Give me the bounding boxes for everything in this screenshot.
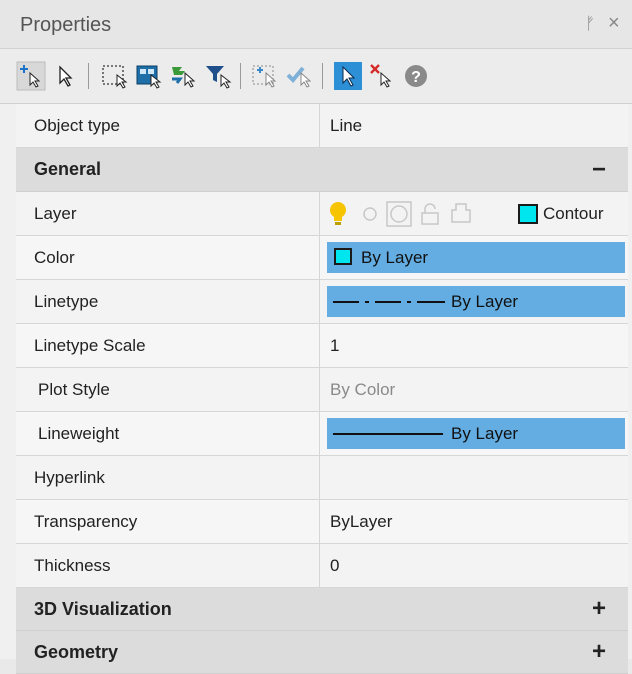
pickadd-icon[interactable] [250, 61, 280, 91]
help-glyph: ? [411, 69, 421, 86]
window-select-icon[interactable] [100, 61, 130, 91]
select-all-icon[interactable] [168, 61, 198, 91]
color-dropdown[interactable]: By Layer [327, 242, 625, 273]
close-icon[interactable]: × [608, 12, 620, 35]
select-pointer-icon[interactable] [50, 61, 80, 91]
linetype-value[interactable]: By Layer [319, 280, 629, 323]
property-grid: Object type Line General − Layer Contour… [16, 104, 628, 674]
property-value[interactable]: Line [319, 104, 629, 147]
title-bar[interactable]: Properties ᚠ × [0, 0, 632, 49]
lineweight-dropdown[interactable]: By Layer [327, 418, 625, 449]
section-geometry[interactable]: Geometry + [16, 631, 628, 674]
filter-select-icon[interactable] [202, 61, 232, 91]
property-label: Layer [34, 204, 77, 223]
plot-icon[interactable] [450, 202, 472, 226]
property-label: Thickness [34, 556, 111, 575]
property-label: Lineweight [38, 424, 120, 443]
property-value: By Color [319, 368, 629, 411]
quick-select-icon[interactable] [284, 61, 314, 91]
row-linetype[interactable]: Linetype By Layer [16, 280, 628, 324]
deselect-icon[interactable] [367, 61, 397, 91]
section-title: 3D Visualization [34, 599, 172, 619]
collapse-toggle[interactable]: − [592, 148, 606, 191]
property-label: Linetype Scale [34, 336, 146, 355]
linetype-dropdown[interactable]: By Layer [327, 286, 625, 317]
help-icon[interactable]: ? [401, 61, 431, 91]
properties-palette: Properties ᚠ × ? Object type Line Genera… [0, 0, 632, 674]
dashdot-line-icon [333, 301, 445, 303]
property-label: Plot Style [38, 380, 110, 399]
property-label: Linetype [34, 292, 99, 311]
row-layer[interactable]: Layer Contour [16, 192, 628, 236]
layer-name: Contour [543, 204, 604, 223]
expand-toggle[interactable]: + [592, 588, 606, 630]
row-hyperlink[interactable]: Hyperlink [16, 456, 628, 500]
lineweight-value[interactable]: By Layer [319, 412, 629, 455]
viewport-freeze-icon[interactable] [386, 201, 412, 227]
row-thickness[interactable]: Thickness 0 [16, 544, 628, 588]
active-select-icon[interactable] [333, 61, 363, 91]
lock-icon[interactable] [420, 202, 440, 226]
layer-value[interactable]: Contour [319, 192, 629, 235]
freeze-icon[interactable] [362, 206, 378, 222]
section-title: Geometry [34, 642, 119, 662]
property-label: Transparency [34, 512, 138, 531]
color-value[interactable]: By Layer [319, 236, 629, 279]
solid-line-icon [333, 433, 443, 435]
lightbulb-icon[interactable] [328, 201, 348, 227]
section-title: General [34, 159, 102, 179]
row-color[interactable]: Color By Layer [16, 236, 628, 280]
row-transparency[interactable]: Transparency ByLayer [16, 500, 628, 544]
property-value[interactable]: ByLayer [319, 500, 629, 543]
row-lineweight[interactable]: Lineweight By Layer [16, 412, 628, 456]
color-swatch [334, 248, 352, 265]
property-label: Object type [34, 116, 120, 135]
row-object-type[interactable]: Object type Line [16, 104, 628, 148]
section-3d-visualization[interactable]: 3D Visualization + [16, 588, 628, 631]
property-label: Hyperlink [34, 468, 105, 487]
toolbar: ? [0, 49, 632, 104]
add-selection-icon[interactable] [16, 61, 46, 91]
layer-color-swatch [518, 204, 538, 224]
crossing-select-icon[interactable] [134, 61, 164, 91]
palette-title: Properties [20, 14, 112, 36]
property-value[interactable] [319, 456, 629, 499]
pin-icon[interactable]: ᚠ [585, 14, 595, 34]
expand-toggle[interactable]: + [592, 631, 606, 673]
row-plot-style[interactable]: Plot Style By Color [16, 368, 628, 412]
section-general[interactable]: General − [16, 148, 628, 192]
property-value[interactable]: 1 [319, 324, 629, 367]
property-label: Color [34, 248, 75, 267]
property-value[interactable]: 0 [319, 544, 629, 587]
row-linetype-scale[interactable]: Linetype Scale 1 [16, 324, 628, 368]
